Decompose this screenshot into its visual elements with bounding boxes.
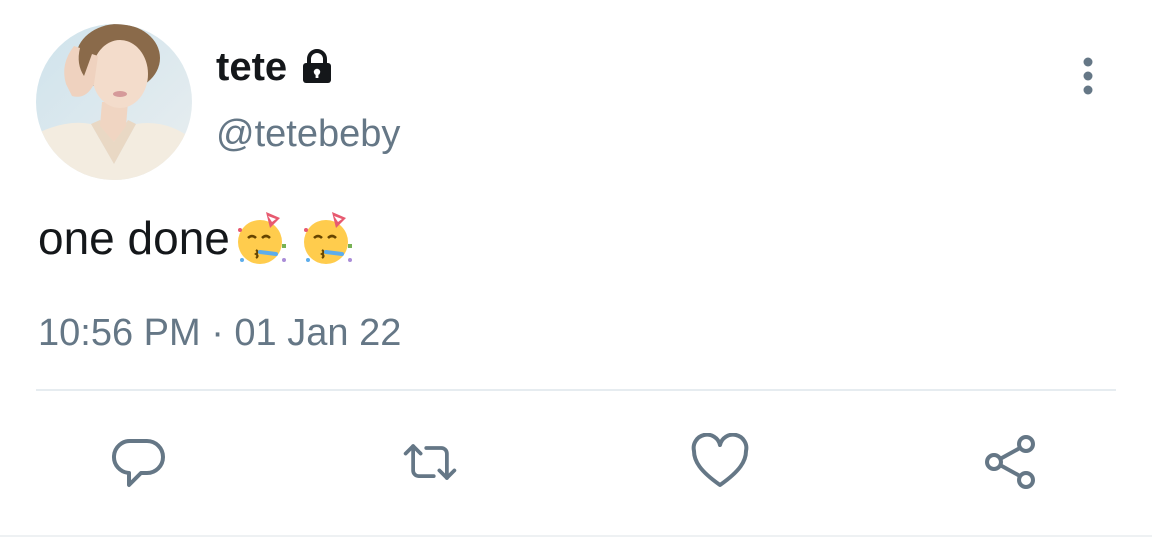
avatar[interactable]: [36, 24, 192, 180]
divider: [36, 389, 1116, 391]
tweet-text: one done: [38, 208, 358, 268]
tweet-text-content: one done: [38, 212, 230, 264]
display-name-text: tete: [216, 45, 288, 89]
like-button[interactable]: [690, 432, 750, 492]
more-options-button[interactable]: [1068, 52, 1108, 100]
share-icon: [985, 435, 1035, 489]
bottom-divider: [0, 535, 1152, 537]
display-name[interactable]: tete: [216, 44, 337, 90]
retweet-button[interactable]: [400, 432, 460, 492]
partying-face-emoji: [303, 212, 352, 264]
reply-icon: [112, 438, 165, 487]
retweet-icon: [403, 444, 457, 480]
tweet-timestamp[interactable]: 10:56 PM · 01 Jan 22: [38, 310, 401, 356]
avatar-image: [36, 24, 192, 180]
heart-icon: [691, 433, 749, 487]
reply-button[interactable]: [110, 432, 170, 492]
more-vertical-icon: [1083, 57, 1093, 95]
partying-face-emoji: [237, 212, 286, 264]
tweet-detail: tete @tetebeby one done 10:56 PM · 01 Ja…: [0, 0, 1152, 555]
user-handle[interactable]: @tetebeby: [216, 112, 400, 156]
share-button[interactable]: [980, 432, 1040, 492]
lock-icon: [303, 49, 332, 83]
